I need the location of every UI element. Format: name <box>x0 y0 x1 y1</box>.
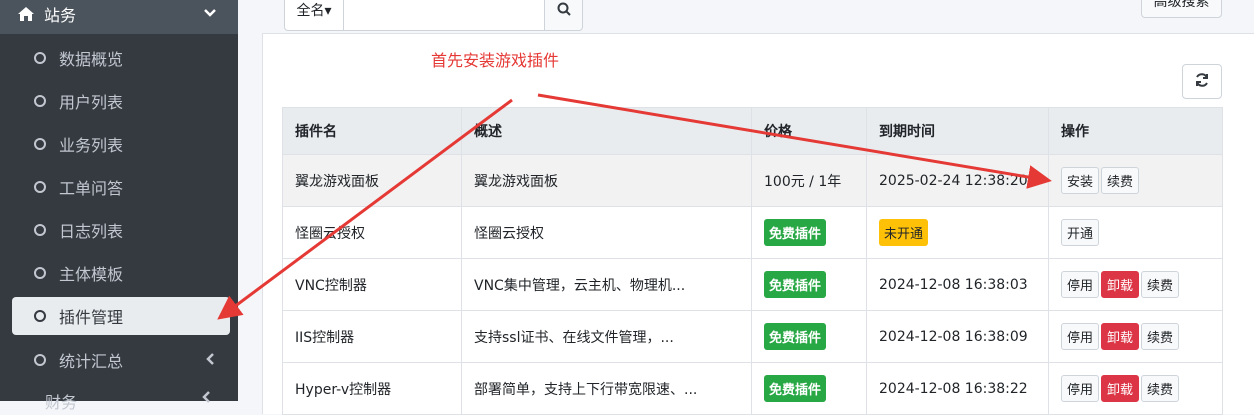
annotation-text: 首先安装游戏插件 <box>431 51 560 70</box>
uninstall-button[interactable]: 卸载 <box>1101 271 1140 298</box>
plugin-expire: 2024-12-08 16:38:22 <box>866 362 1049 415</box>
plugin-expire: 2024-12-08 16:38:09 <box>866 310 1049 363</box>
column-header: 插件名 <box>282 107 462 155</box>
sidebar-item-logs[interactable]: 日志列表 <box>12 211 230 249</box>
circle-icon <box>34 354 46 366</box>
sidebar-section-label: 站务 <box>44 6 77 25</box>
plugin-actions: 停用 卸载 续费 <box>1048 258 1223 311</box>
circle-icon <box>34 138 46 150</box>
sidebar-item-label: 用户列表 <box>59 93 124 112</box>
disable-button[interactable]: 停用 <box>1061 323 1100 350</box>
chevron-left-icon <box>206 352 214 368</box>
free-badge: 免费插件 <box>764 323 827 350</box>
not-activated-badge: 未开通 <box>879 219 929 246</box>
search-input[interactable] <box>344 0 545 31</box>
plugin-expire: 2025-02-24 12:38:20 <box>866 154 1049 207</box>
table-row: 翼龙游戏面板 翼龙游戏面板 100元 / 1年 2025-02-24 12:38… <box>282 154 1223 207</box>
uninstall-button[interactable]: 卸载 <box>1101 323 1140 350</box>
uninstall-button[interactable]: 卸载 <box>1101 375 1140 402</box>
sidebar-section-finance[interactable]: 财务 <box>0 389 238 412</box>
chevron-left-icon <box>202 391 210 406</box>
plugin-price-cell: 免费插件 <box>751 206 867 259</box>
refresh-icon <box>1194 72 1210 92</box>
sidebar-item-label: 工单问答 <box>59 179 124 198</box>
plugin-desc: 翼龙游戏面板 <box>461 154 752 207</box>
home-icon <box>16 6 36 22</box>
search-field-select-label: 全名▾ <box>296 3 332 19</box>
search-bar: 全名▾ <box>284 0 583 31</box>
free-badge: 免费插件 <box>764 375 827 402</box>
sidebar-item-label: 日志列表 <box>59 222 124 241</box>
search-button[interactable] <box>545 0 583 31</box>
circle-icon <box>34 267 46 279</box>
sidebar-section-label: 财务 <box>45 393 78 412</box>
plugin-desc: VNC集中管理，云主机、物理机... <box>461 258 752 311</box>
plugin-expire: 2024-12-08 16:38:03 <box>866 258 1049 311</box>
renew-button[interactable]: 续费 <box>1101 167 1140 194</box>
circle-icon <box>34 52 46 64</box>
sidebar-item-label: 业务列表 <box>59 136 124 155</box>
plugin-name: IIS控制器 <box>282 310 462 363</box>
table-row: VNC控制器 VNC集中管理，云主机、物理机... 免费插件 2024-12-0… <box>282 258 1223 311</box>
sidebar-item-plugin-management[interactable]: 插件管理 <box>12 297 230 335</box>
plugin-price: 100元 / 1年 <box>751 154 867 207</box>
table-row: Hyper-v控制器 部署简单，支持上下行带宽限速、... 免费插件 2024-… <box>282 362 1223 415</box>
sidebar-item-label: 统计汇总 <box>59 352 124 371</box>
plugin-actions: 停用 卸载 续费 <box>1048 362 1223 415</box>
circle-icon <box>34 310 46 322</box>
disable-button[interactable]: 停用 <box>1061 375 1100 402</box>
column-header: 到期时间 <box>866 107 1049 155</box>
column-header: 价格 <box>751 107 867 155</box>
free-badge: 免费插件 <box>764 271 827 298</box>
plugin-expire-cell: 未开通 <box>866 206 1049 259</box>
plugin-price-cell: 免费插件 <box>751 258 867 311</box>
plugin-price-cell: 免费插件 <box>751 310 867 363</box>
plugin-actions: 开通 <box>1048 206 1223 259</box>
plugin-desc: 部署简单，支持上下行带宽限速、... <box>461 362 752 415</box>
search-field-select[interactable]: 全名▾ <box>284 0 344 31</box>
advanced-search-label: 高级搜索 <box>1153 0 1210 10</box>
activate-button[interactable]: 开通 <box>1061 219 1100 246</box>
sidebar-item-label: 主体模板 <box>59 265 124 284</box>
renew-button[interactable]: 续费 <box>1141 375 1180 402</box>
circle-icon <box>34 181 46 193</box>
circle-icon <box>34 95 46 107</box>
sidebar: 站务 数据概览 用户列表 业务列表 工单问答 日志列表 主体模板 插件管理 统计… <box>0 0 238 412</box>
sidebar-item-business-list[interactable]: 业务列表 <box>12 125 230 163</box>
advanced-search-button[interactable]: 高级搜索 <box>1141 0 1222 18</box>
plugin-desc: 支持ssl证书、在线文件管理，... <box>461 310 752 363</box>
circle-icon <box>34 224 46 236</box>
plugin-desc: 怪圈云授权 <box>461 206 752 259</box>
sidebar-item-data-overview[interactable]: 数据概览 <box>12 39 230 77</box>
sidebar-item-user-list[interactable]: 用户列表 <box>12 82 230 120</box>
table-row: 怪圈云授权 怪圈云授权 免费插件 未开通 开通 <box>282 206 1223 259</box>
plugin-name: 怪圈云授权 <box>282 206 462 259</box>
sidebar-section-station[interactable]: 站务 <box>0 0 238 34</box>
plugin-name: 翼龙游戏面板 <box>282 154 462 207</box>
column-header: 概述 <box>461 107 752 155</box>
sidebar-item-statistics[interactable]: 统计汇总 <box>12 341 230 379</box>
renew-button[interactable]: 续费 <box>1141 271 1180 298</box>
table-header-row: 插件名 概述 价格 到期时间 操作 <box>282 107 1223 155</box>
sidebar-item-tickets[interactable]: 工单问答 <box>12 168 230 206</box>
plugin-price-cell: 免费插件 <box>751 362 867 415</box>
plugin-actions: 停用 卸载 续费 <box>1048 310 1223 363</box>
plugin-actions: 安装 续费 <box>1048 154 1223 207</box>
plugin-table: 插件名 概述 价格 到期时间 操作 翼龙游戏面板 翼龙游戏面板 100元 / 1… <box>282 107 1223 415</box>
column-header: 操作 <box>1048 107 1223 155</box>
sidebar-item-label: 数据概览 <box>59 50 124 69</box>
sidebar-item-templates[interactable]: 主体模板 <box>12 254 230 292</box>
plugin-name: VNC控制器 <box>282 258 462 311</box>
search-icon <box>557 2 571 20</box>
sidebar-item-label: 插件管理 <box>59 308 124 327</box>
install-button[interactable]: 安装 <box>1061 167 1100 194</box>
refresh-button[interactable] <box>1182 64 1222 99</box>
chevron-down-icon <box>204 6 216 20</box>
disable-button[interactable]: 停用 <box>1061 271 1100 298</box>
plugin-name: Hyper-v控制器 <box>282 362 462 415</box>
renew-button[interactable]: 续费 <box>1141 323 1180 350</box>
table-row: IIS控制器 支持ssl证书、在线文件管理，... 免费插件 2024-12-0… <box>282 310 1223 363</box>
free-badge: 免费插件 <box>764 219 827 246</box>
